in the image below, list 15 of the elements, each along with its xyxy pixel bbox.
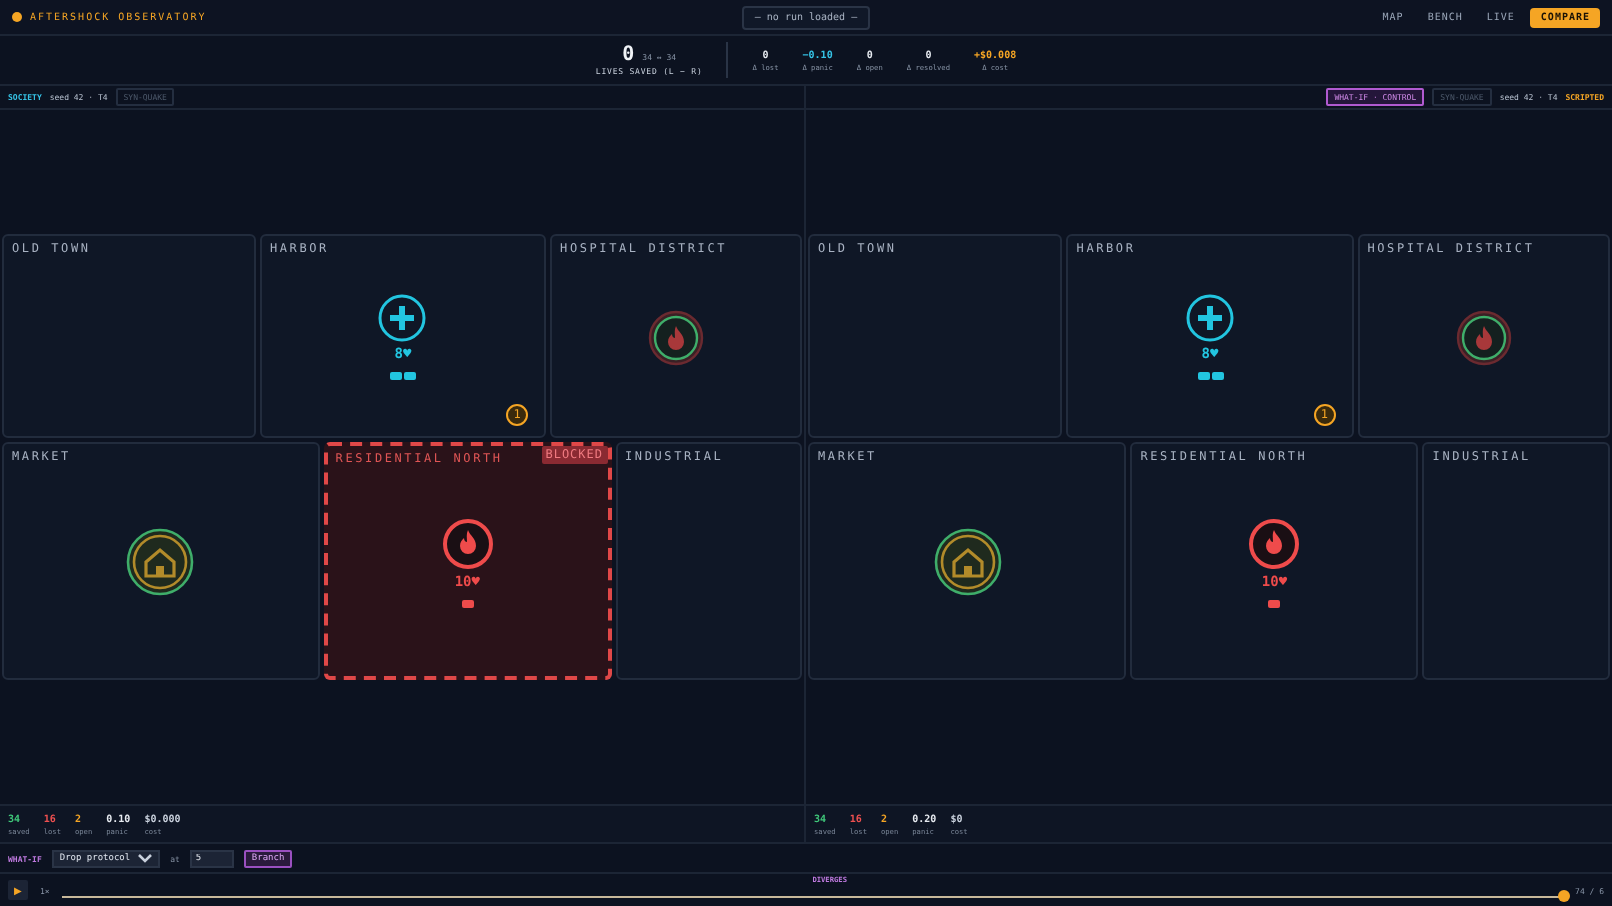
medical-cross-icon <box>378 294 427 342</box>
unit-marker <box>461 599 474 607</box>
house-icon <box>933 528 1002 596</box>
unit-marker <box>1268 599 1281 607</box>
house-icon <box>126 528 195 596</box>
slider-thumb[interactable] <box>1557 890 1570 902</box>
timeline-slider[interactable] <box>61 896 1564 898</box>
logo-dot-icon <box>12 12 22 22</box>
caret-icon <box>138 853 153 863</box>
flame-icon <box>648 309 705 365</box>
flame-icon <box>1455 309 1512 365</box>
flame-icon <box>1248 517 1301 569</box>
flame-icon <box>441 517 494 569</box>
medical-cross-icon <box>1186 294 1234 342</box>
lives-saved-delta: 0 <box>622 44 635 66</box>
